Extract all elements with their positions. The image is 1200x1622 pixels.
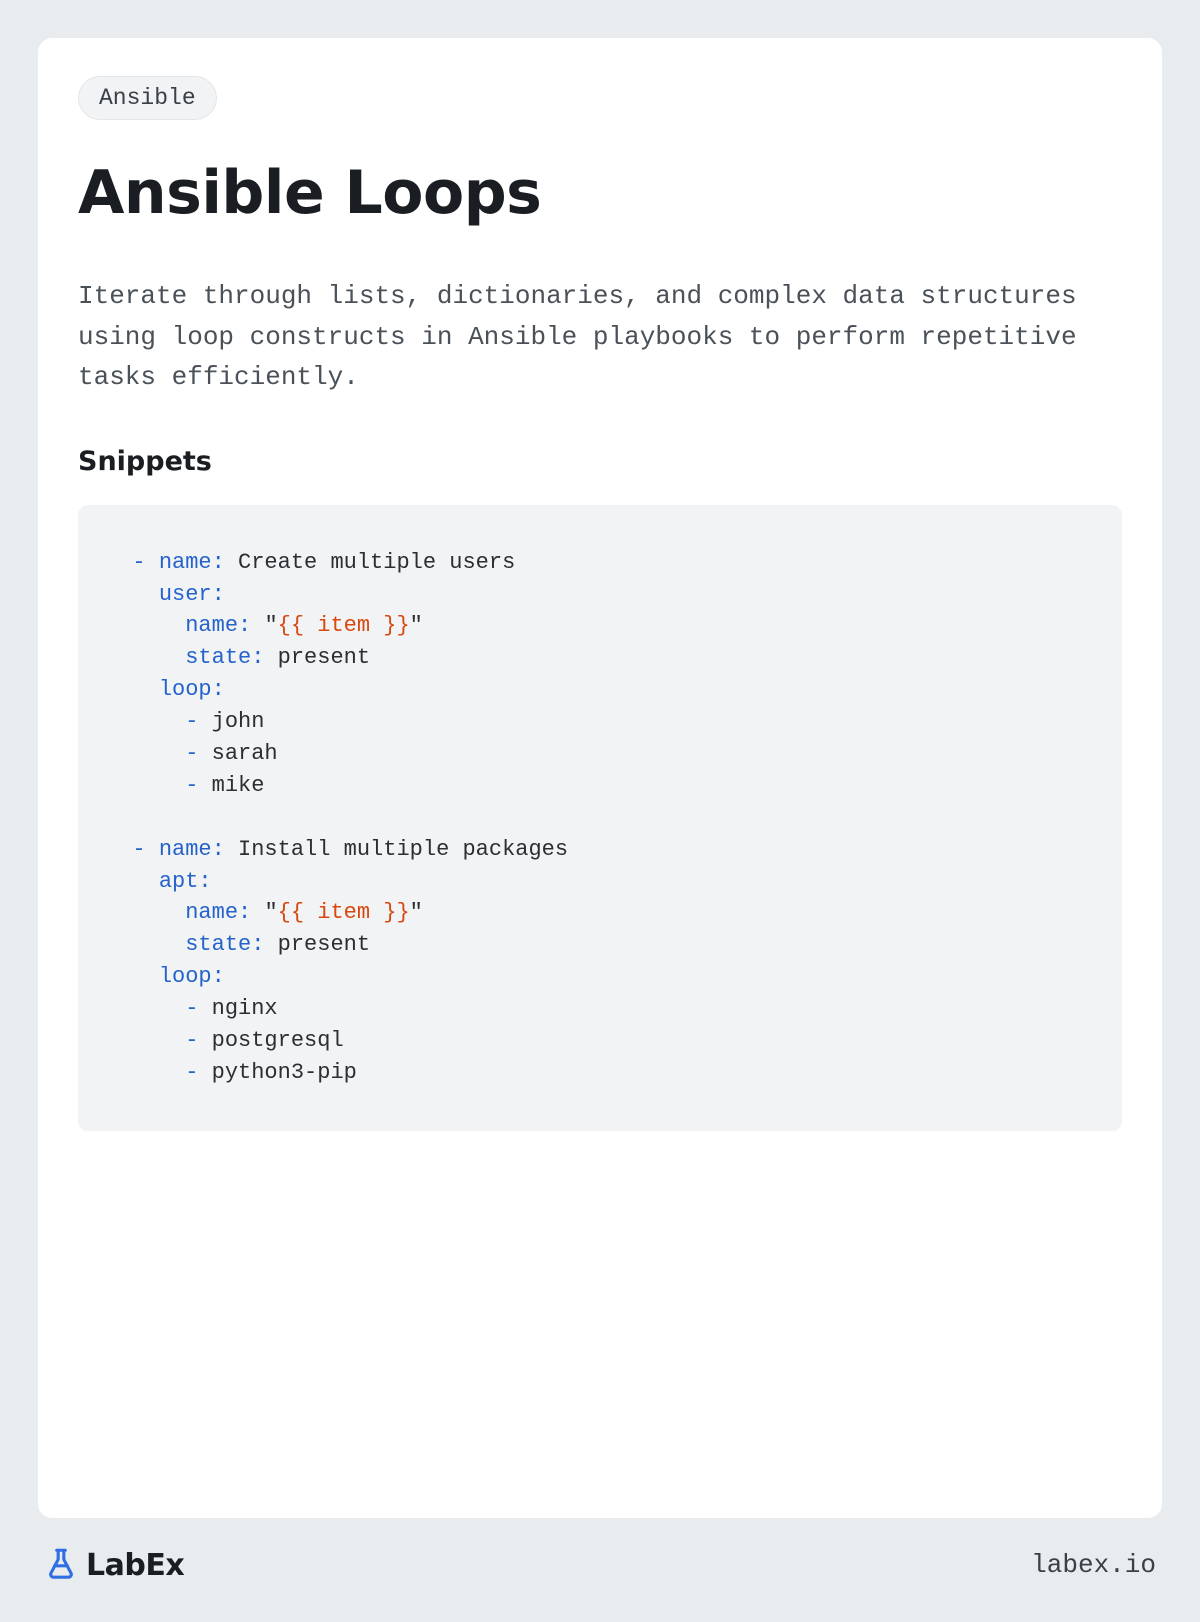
page-description: Iterate through lists, dictionaries, and… [78, 276, 1122, 398]
yaml-value: present [278, 932, 370, 957]
yaml-key: state: [185, 932, 264, 957]
yaml-quote: " [264, 613, 277, 638]
yaml-key: apt: [159, 869, 212, 894]
yaml-value: Install multiple packages [238, 837, 568, 862]
yaml-dash: - [185, 773, 211, 798]
logo: LabEx [44, 1546, 184, 1584]
yaml-key: name: [159, 837, 225, 862]
yaml-key: name: [185, 613, 251, 638]
yaml-key: loop: [159, 964, 225, 989]
yaml-dash: - [185, 1028, 211, 1053]
yaml-value: Create multiple users [238, 550, 515, 575]
yaml-value: sarah [212, 741, 278, 766]
yaml-key: name: [185, 900, 251, 925]
flask-icon [44, 1546, 78, 1584]
yaml-template: {{ item }} [278, 613, 410, 638]
footer: LabEx labex.io [38, 1546, 1162, 1584]
yaml-key: user: [159, 582, 225, 607]
logo-text: LabEx [86, 1548, 184, 1583]
yaml-quote: " [410, 900, 423, 925]
code-snippet: - name: Create multiple users user: name… [78, 505, 1122, 1131]
yaml-key: state: [185, 645, 264, 670]
category-tag: Ansible [78, 76, 217, 120]
yaml-value: nginx [212, 996, 278, 1021]
yaml-dash: - [185, 741, 211, 766]
yaml-key: name: [159, 550, 225, 575]
yaml-value: john [212, 709, 265, 734]
yaml-value: python3-pip [212, 1060, 357, 1085]
yaml-quote: " [410, 613, 423, 638]
yaml-dash: - [185, 709, 211, 734]
yaml-dash: - [106, 550, 159, 575]
yaml-dash: - [185, 1060, 211, 1085]
site-url: labex.io [1031, 1550, 1156, 1580]
yaml-key: loop: [159, 677, 225, 702]
yaml-dash: - [185, 996, 211, 1021]
yaml-quote: " [264, 900, 277, 925]
yaml-value: present [278, 645, 370, 670]
yaml-template: {{ item }} [278, 900, 410, 925]
page-title: Ansible Loops [78, 158, 1122, 228]
content-card: Ansible Ansible Loops Iterate through li… [38, 38, 1162, 1518]
yaml-value: postgresql [212, 1028, 344, 1053]
yaml-value: mike [212, 773, 265, 798]
yaml-dash: - [106, 837, 159, 862]
snippets-heading: Snippets [78, 446, 1122, 477]
